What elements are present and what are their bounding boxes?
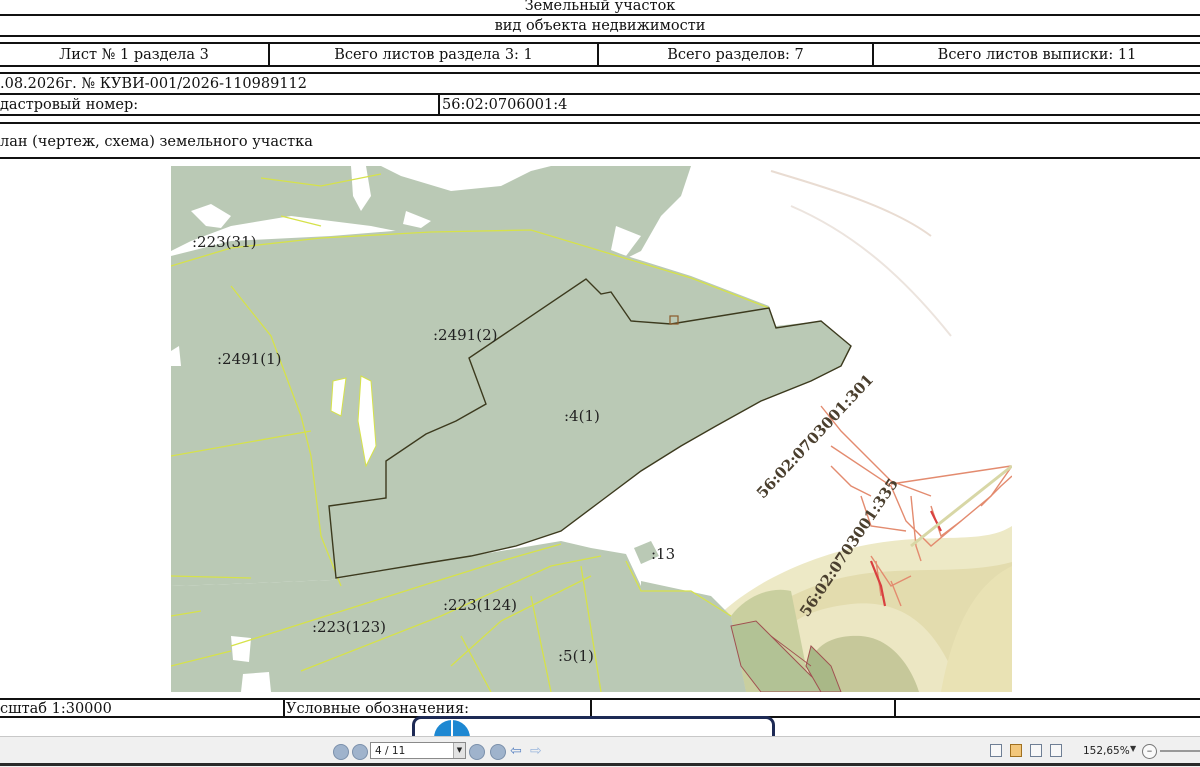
- section-sheets: Всего листов раздела 3: 1: [334, 47, 533, 63]
- divider: [0, 35, 1200, 37]
- divider: [0, 698, 1200, 700]
- sheet-number: Лист № 1 раздела 3: [59, 47, 209, 63]
- forward-icon[interactable]: ⇨: [530, 743, 542, 759]
- parcel-label: :2491(2): [433, 326, 498, 344]
- divider: [0, 14, 1200, 16]
- total-sections: Всего разделов: 7: [667, 47, 804, 63]
- two-page-icon[interactable]: [1030, 744, 1042, 757]
- divider: [283, 698, 285, 718]
- chevron-down-icon[interactable]: ▼: [1130, 744, 1136, 753]
- cadastral-number: 56:02:0706001:4: [442, 97, 568, 113]
- cadastral-label: дастровый номер:: [0, 97, 139, 113]
- land-plot-map[interactable]: :223(31) :2491(2) :2491(1) :4(1) :13 :22…: [171, 166, 1012, 692]
- zoom-in-page-icon[interactable]: [490, 744, 506, 760]
- chevron-down-icon[interactable]: ▼: [453, 743, 465, 758]
- single-page-icon[interactable]: [990, 744, 1002, 757]
- object-title: Земельный участок: [524, 0, 676, 14]
- document-sheet: Земельный участок вид объекта недвижимос…: [0, 0, 1200, 736]
- plan-title: лан (чертеж, схема) земельного участка: [0, 134, 313, 150]
- divider: [0, 65, 1200, 67]
- continuous-icon[interactable]: [1050, 744, 1062, 757]
- zoom-level[interactable]: 152,65%: [1083, 745, 1130, 757]
- divider: [0, 93, 1200, 95]
- zoom-slider[interactable]: [1160, 750, 1200, 752]
- divider: [590, 698, 592, 718]
- parcel-label: :223(31): [192, 233, 257, 251]
- zoom-out-page-icon[interactable]: [333, 744, 349, 760]
- divider: [438, 93, 440, 115]
- divider: [894, 698, 896, 718]
- page-up-icon[interactable]: [352, 744, 368, 760]
- page-number-input[interactable]: 4 / 11 ▼: [370, 742, 466, 759]
- parcel-label: :13: [651, 545, 676, 563]
- fit-page-icon[interactable]: [1010, 744, 1022, 757]
- parcel-label: :2491(1): [217, 350, 282, 368]
- parcel-label: :4(1): [564, 407, 600, 425]
- page-down-icon[interactable]: [469, 744, 485, 760]
- divider: [0, 157, 1200, 159]
- divider: [0, 114, 1200, 116]
- divider: [0, 72, 1200, 74]
- parcel-label: :223(124): [443, 596, 518, 614]
- divider: [0, 122, 1200, 124]
- page-number-value: 4 / 11: [375, 745, 406, 757]
- divider: [0, 42, 1200, 44]
- minus-icon[interactable]: –: [1142, 744, 1157, 759]
- back-icon[interactable]: ⇦: [510, 743, 522, 759]
- parcel-label: :5(1): [558, 647, 594, 665]
- object-type: вид объекта недвижимости: [494, 18, 706, 34]
- total-sheets: Всего листов выписки: 11: [937, 47, 1137, 63]
- statement-date-number: .08.2026г. № КУВИ-001/2026-110989112: [0, 76, 308, 92]
- parcel-label: :223(123): [312, 618, 387, 636]
